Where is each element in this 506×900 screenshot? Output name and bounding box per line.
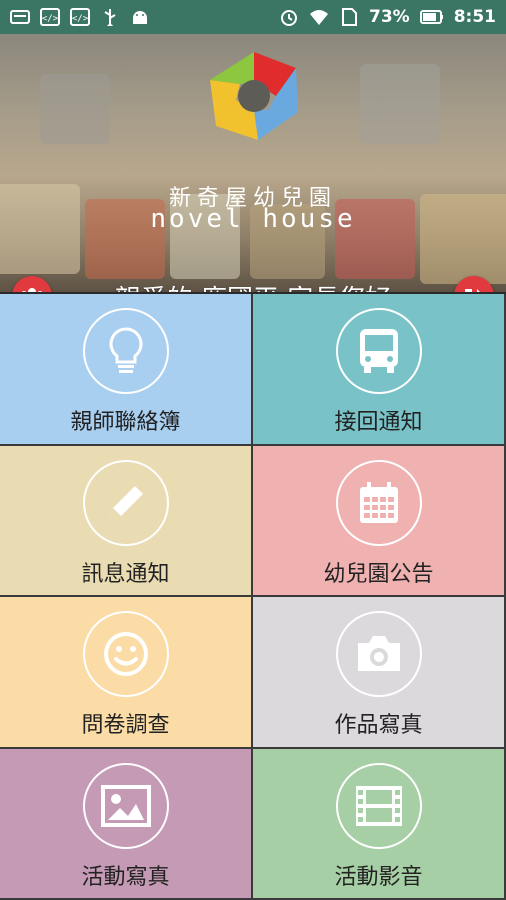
- tile-pickup-notice[interactable]: 接回通知: [253, 294, 506, 446]
- tile-artwork-photos[interactable]: 作品寫真: [253, 597, 506, 749]
- film-icon: [336, 763, 422, 849]
- tile-contact-book[interactable]: 親師聯絡簿: [0, 294, 253, 446]
- tile-activity-photos[interactable]: 活動寫真: [0, 749, 253, 900]
- kindergarten-logo: [210, 52, 298, 140]
- clock: 8:51: [453, 7, 496, 27]
- tile-label: 訊息通知: [81, 562, 170, 587]
- logout-icon: [465, 289, 480, 292]
- sim-icon: [342, 8, 357, 26]
- tile-label: 作品寫真: [334, 713, 423, 738]
- header-banner: 新奇屋幼兒園 novel house 親愛的 龐國平 家長您好: [0, 34, 506, 292]
- tile-label: 活動影音: [334, 865, 423, 890]
- battery-icon: [419, 10, 443, 24]
- tile-label: 活動寫真: [81, 865, 170, 890]
- calendar-icon: [336, 460, 422, 546]
- tile-label: 問卷調查: [81, 713, 170, 738]
- pencil-icon: [83, 460, 169, 546]
- camera-icon: [336, 611, 422, 697]
- wifi-icon: [310, 10, 328, 25]
- tile-label: 接回通知: [334, 410, 423, 435]
- tile-activity-videos[interactable]: 活動影音: [253, 749, 506, 900]
- tile-label: 親師聯絡簿: [70, 410, 181, 435]
- greeting-text: 親愛的 龐國平 家長您好: [0, 279, 506, 292]
- lightbulb-icon: [83, 308, 169, 394]
- tile-survey[interactable]: 問卷調查: [0, 597, 253, 749]
- picture-icon: [83, 763, 169, 849]
- code-icon: </>: [40, 8, 60, 26]
- tile-kindergarten-announcement[interactable]: 幼兒園公告: [253, 446, 506, 597]
- menu-grid: 親師聯絡簿 接回通知 訊息通知 幼兒園公告 問卷調查 作品寫真 活動寫真 活動影…: [0, 294, 506, 900]
- bus-icon: [336, 308, 422, 394]
- svg-text:</>: </>: [42, 14, 59, 24]
- svg-text:</>: </>: [72, 14, 89, 24]
- status-bar: </> </> 73% 8:51: [0, 0, 506, 34]
- battery-percent: 73%: [369, 7, 410, 27]
- keyboard-icon: [10, 10, 30, 24]
- brand-english-name: novel house: [150, 204, 356, 234]
- tile-message-notice[interactable]: 訊息通知: [0, 446, 253, 597]
- code-icon: </>: [70, 8, 90, 26]
- alarm-icon: [281, 10, 297, 26]
- usb-icon: [104, 9, 116, 26]
- smiley-icon: [83, 611, 169, 697]
- tile-label: 幼兒園公告: [323, 562, 434, 587]
- android-icon: [133, 11, 147, 24]
